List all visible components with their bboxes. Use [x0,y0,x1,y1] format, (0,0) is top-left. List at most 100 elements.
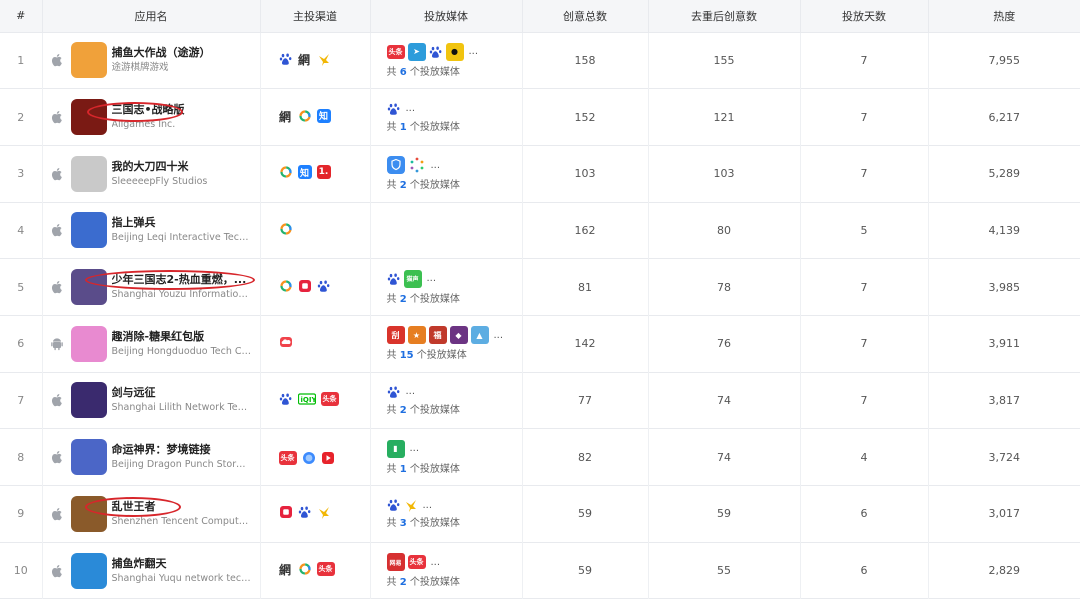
col-header-creatives[interactable]: 创意总数 [522,0,649,33]
red-cloud-icon [279,335,293,349]
media-cell[interactable]: 猫声... 共 2 个投放媒体 [371,269,522,305]
media-count: 共 15 个投放媒体 [386,350,467,362]
app-name[interactable]: 命运神界：梦境链接 [112,442,252,457]
dedup-cell: 76 [648,315,801,373]
heat-cell: 4,139 [988,223,1021,237]
app-developer: Aligames Inc. [111,119,176,131]
app-logo-icon[interactable] [70,269,107,306]
app-name[interactable]: 捕鱼炸翻天 [112,556,252,571]
channel-cell: 網知 [260,88,371,146]
col-header-days[interactable]: 投放天数 [800,0,929,33]
days-cell: 7 [800,32,929,89]
app-cell[interactable]: 趣消除-糖果红包版 Beijing Hongduoduo Tech Co... [42,315,261,373]
heat-cell: 3,985 [988,280,1021,294]
col-header-app[interactable]: 应用名 [42,0,261,33]
col-header-channel[interactable]: 主投渠道 [260,0,371,33]
col-header-rank[interactable]: # [0,0,43,33]
table-row[interactable]: 4 指上弹兵 Beijing Leqi Interactive Techn...… [0,202,1080,259]
table-row[interactable]: 8 命运神界：梦境链接 Beijing Dragon Punch Storm .… [0,428,1080,486]
app-logo-icon[interactable] [70,439,107,476]
app-cell[interactable]: 三国志•战略版 Aligames Inc. [42,88,261,146]
toutiao-icon: 头条 [407,555,426,570]
app-name[interactable]: 趣消除-糖果红包版 [112,329,252,344]
media-count: 共 3 个投放媒体 [386,518,460,530]
shield-icon [386,156,405,175]
app-logo-icon[interactable] [70,155,107,192]
media-cell[interactable]: 刮 ★ 福 ◆ ▲... 共 15 个投放媒体 [371,326,522,361]
media-cell[interactable]: ... 共 2 个投放媒体 [371,156,522,191]
app-logo-icon[interactable] [70,382,107,419]
app-name[interactable]: 捕鱼大作战（途游） [112,45,211,60]
heat-cell: 3,017 [988,507,1021,521]
blue-app-icon: ➤ [407,42,426,61]
toutiao-icon: 头条 [386,44,405,59]
col-header-dedup[interactable]: 去重后创意数 [648,0,801,33]
media-column: 猫声... 共 2 个投放媒体 [370,258,523,316]
apple-icon [49,279,65,295]
svg-text:網: 網 [279,562,291,576]
table-header-row: # 应用名 主投渠道 投放媒体 创意总数 去重后创意数 投放天数 热度 [0,0,1080,33]
table-row[interactable]: 7 剑与远征 Shanghai Lilith Network Tech... i… [0,372,1080,429]
app-cell[interactable]: 剑与远征 Shanghai Lilith Network Tech... [42,372,261,429]
app-logo-icon[interactable] [70,212,107,249]
wangyi-icon: 网易 [386,553,405,572]
rank-cell: 2 [0,88,43,146]
app-cell[interactable]: 捕鱼大作战（途游） 途游棋牌游戏 [42,32,261,89]
red-square-icon [279,505,293,519]
heat-cell: 2,829 [988,564,1021,578]
rank-cell: 4 [0,202,43,259]
android-icon [49,336,65,352]
green-app-icon: 猫声 [403,269,422,288]
baidu-icon [429,45,443,59]
app-cell[interactable]: 少年三国志2-热血重燃，... Shanghai Youzu Informati… [42,258,261,316]
media-cell[interactable]: ... 共 3 个投放媒体 [371,498,522,529]
app-name[interactable]: 三国志•战略版 [112,102,185,117]
media-count: 共 2 个投放媒体 [386,180,460,192]
table-row[interactable]: 6 趣消除-糖果红包版 Beijing Hongduoduo Tech Co..… [0,315,1080,373]
table-row[interactable]: 9 乱世王者 Shenzhen Tencent Computer... ... … [0,485,1080,543]
col-header-media[interactable]: 投放媒体 [370,0,523,33]
channel-cell [260,258,371,316]
creatives-cell: 152 [522,88,649,146]
media-cell[interactable]: ... 共 2 个投放媒体 [371,385,522,416]
tencent-ring-icon [279,279,293,293]
table-row[interactable]: 10 捕鱼炸翻天 Shanghai Yuqu network tech... 網… [0,542,1080,599]
table-row[interactable]: 3 我的大刀四十米 SleeeeepFly Studios 知 1. ... 共 … [0,145,1080,203]
days-cell: 7 [800,372,929,429]
channel-cell: 網 [260,32,371,89]
table-row[interactable]: 5 少年三国志2-热血重燃，... Shanghai Youzu Informa… [0,258,1080,316]
app-developer: SleeeeepFly Studios [111,175,208,187]
app-logo-icon[interactable] [70,495,107,532]
media-column: ... 共 2 个投放媒体 [370,372,523,429]
app-cell[interactable]: 捕鱼炸翻天 Shanghai Yuqu network tech... [42,542,261,599]
media-column: 刮 ★ 福 ◆ ▲... 共 15 个投放媒体 [370,315,523,373]
media-cell[interactable]: ... 共 1 个投放媒体 [371,102,522,133]
app-logo-icon[interactable] [70,325,107,362]
app-name[interactable]: 乱世王者 [112,499,252,514]
table-row[interactable]: 2 三国志•战略版 Aligames Inc. 網知 ... 共 1 个投放媒体… [0,88,1080,146]
col-header-heat[interactable]: 热度 [928,0,1080,33]
app-cell[interactable]: 命运神界：梦境链接 Beijing Dragon Punch Storm ... [42,428,261,486]
app-cell[interactable]: 乱世王者 Shenzhen Tencent Computer... [42,485,261,543]
media-count: 共 1 个投放媒体 [386,121,460,133]
app-name[interactable]: 我的大刀四十米 [112,159,208,174]
media-cell[interactable]: 头条 ➤ ●... 共 6 个投放媒体 [371,42,522,78]
tencent-ring-icon [298,562,312,576]
app-cell[interactable]: 我的大刀四十米 SleeeeepFly Studios [42,145,261,203]
media-cell[interactable]: 网易 头条... 共 2 个投放媒体 [371,553,522,588]
days-cell: 7 [800,258,929,316]
baidu-icon [279,392,293,406]
app-logo-icon[interactable] [70,552,107,589]
app-name[interactable]: 剑与远征 [112,385,252,400]
app-logo-icon[interactable] [70,99,107,136]
app-name[interactable]: 指上弹兵 [112,215,252,230]
table-row[interactable]: 1 捕鱼大作战（途游） 途游棋牌游戏 網 头条 ➤ ●... 共 6 个投放媒体 1… [0,32,1080,89]
heat-cell: 3,911 [988,337,1021,351]
channel-cell: 知 1. [260,145,371,203]
app-logo-icon[interactable] [70,42,107,79]
app-developer: Shenzhen Tencent Computer... [111,515,252,527]
app-cell[interactable]: 指上弹兵 Beijing Leqi Interactive Techn... [42,202,261,259]
rank-cell: 9 [0,485,43,543]
app-name[interactable]: 少年三国志2-热血重燃，... [112,272,252,287]
media-cell[interactable]: ▮... 共 1 个投放媒体 [371,439,522,475]
